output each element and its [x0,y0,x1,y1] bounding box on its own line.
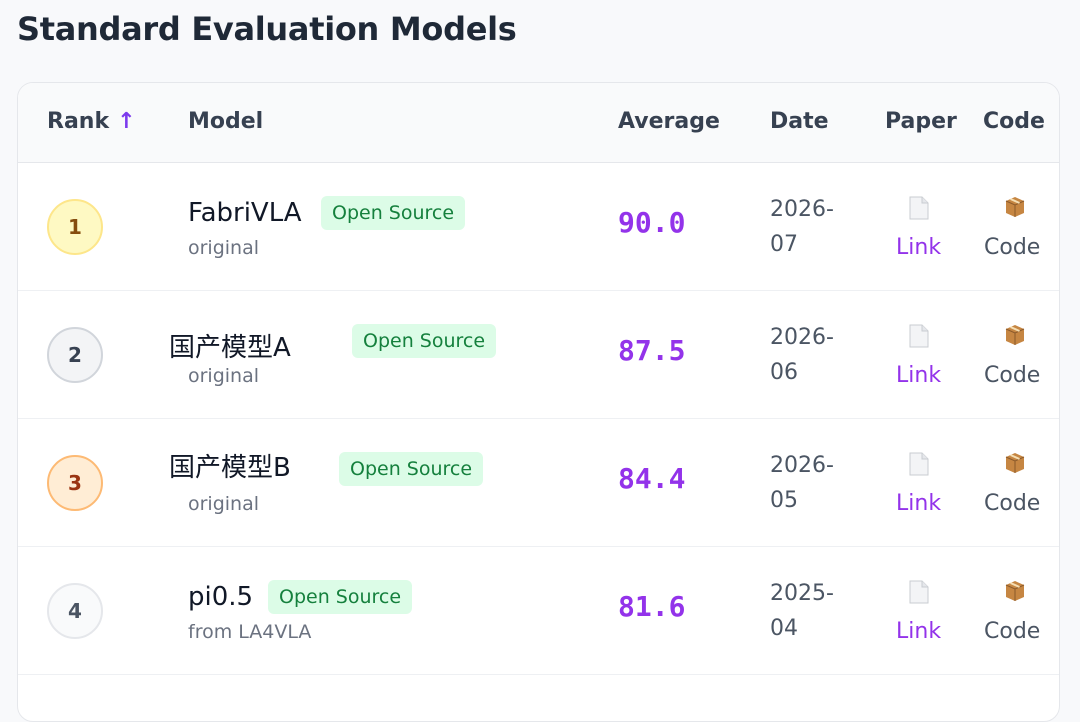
open-source-badge: Open Source [321,196,466,230]
average-score: 90.0 [618,206,686,239]
header-paper: Paper [885,109,957,134]
release-date: 2026-06 [770,325,834,385]
table-row: 1 FabriVLA Open Source original 90.0 202… [18,163,1059,291]
leaderboard-table: Rank ↑ Model Average Date Paper Code 1 Fa… [17,82,1060,722]
average-score: 81.6 [618,590,686,623]
header-code: Code [983,109,1045,134]
release-date: 2026-05 [770,453,834,513]
header-rank-label: Rank [47,109,110,134]
model-source: original [188,237,260,259]
code-link[interactable]: Code [984,619,1040,644]
sort-ascending-icon[interactable]: ↑ [117,109,135,134]
package-icon[interactable] [1003,195,1027,219]
table-header: Rank ↑ Model Average Date Paper Code [18,83,1059,163]
header-average[interactable]: Average [618,109,720,134]
header-rank[interactable]: Rank ↑ [47,109,136,134]
model-name[interactable]: 国产模型B [169,447,291,484]
open-source-badge: Open Source [352,324,497,358]
table-row: 2 国产模型A Open Source original 87.5 2026-0… [18,291,1059,419]
document-icon[interactable] [909,196,929,220]
code-link[interactable]: Code [984,491,1040,516]
rank-badge: 2 [47,327,103,383]
header-date[interactable]: Date [770,109,829,134]
model-source: original [188,493,260,515]
package-icon[interactable] [1003,579,1027,603]
model-name[interactable]: pi0.5 [188,582,253,612]
model-source: original [188,365,260,387]
release-date: 2026-07 [770,197,834,257]
rank-badge: 3 [47,455,103,511]
package-icon[interactable] [1003,451,1027,475]
page-title: Standard Evaluation Models [17,10,517,48]
model-name[interactable]: 国产模型A [169,327,291,364]
open-source-badge: Open Source [268,580,413,614]
model-name[interactable]: FabriVLA [188,198,302,228]
package-icon[interactable] [1003,323,1027,347]
open-source-badge: Open Source [339,452,484,486]
header-model[interactable]: Model [188,109,263,134]
release-date: 2025-04 [770,581,834,641]
paper-link[interactable]: Link [896,235,941,260]
model-source: from LA4VLA [188,621,312,643]
paper-link[interactable]: Link [896,491,941,516]
document-icon[interactable] [909,324,929,348]
table-row: 4 pi0.5 Open Source from LA4VLA 81.6 202… [18,547,1059,675]
average-score: 87.5 [618,334,686,367]
document-icon[interactable] [909,580,929,604]
paper-link[interactable]: Link [896,363,941,388]
table-row: 3 国产模型B Open Source original 84.4 2026-0… [18,419,1059,547]
paper-link[interactable]: Link [896,619,941,644]
average-score: 84.4 [618,462,686,495]
code-link[interactable]: Code [984,235,1040,260]
document-icon[interactable] [909,452,929,476]
rank-badge: 1 [47,199,103,255]
code-link[interactable]: Code [984,363,1040,388]
rank-badge: 4 [47,583,103,639]
